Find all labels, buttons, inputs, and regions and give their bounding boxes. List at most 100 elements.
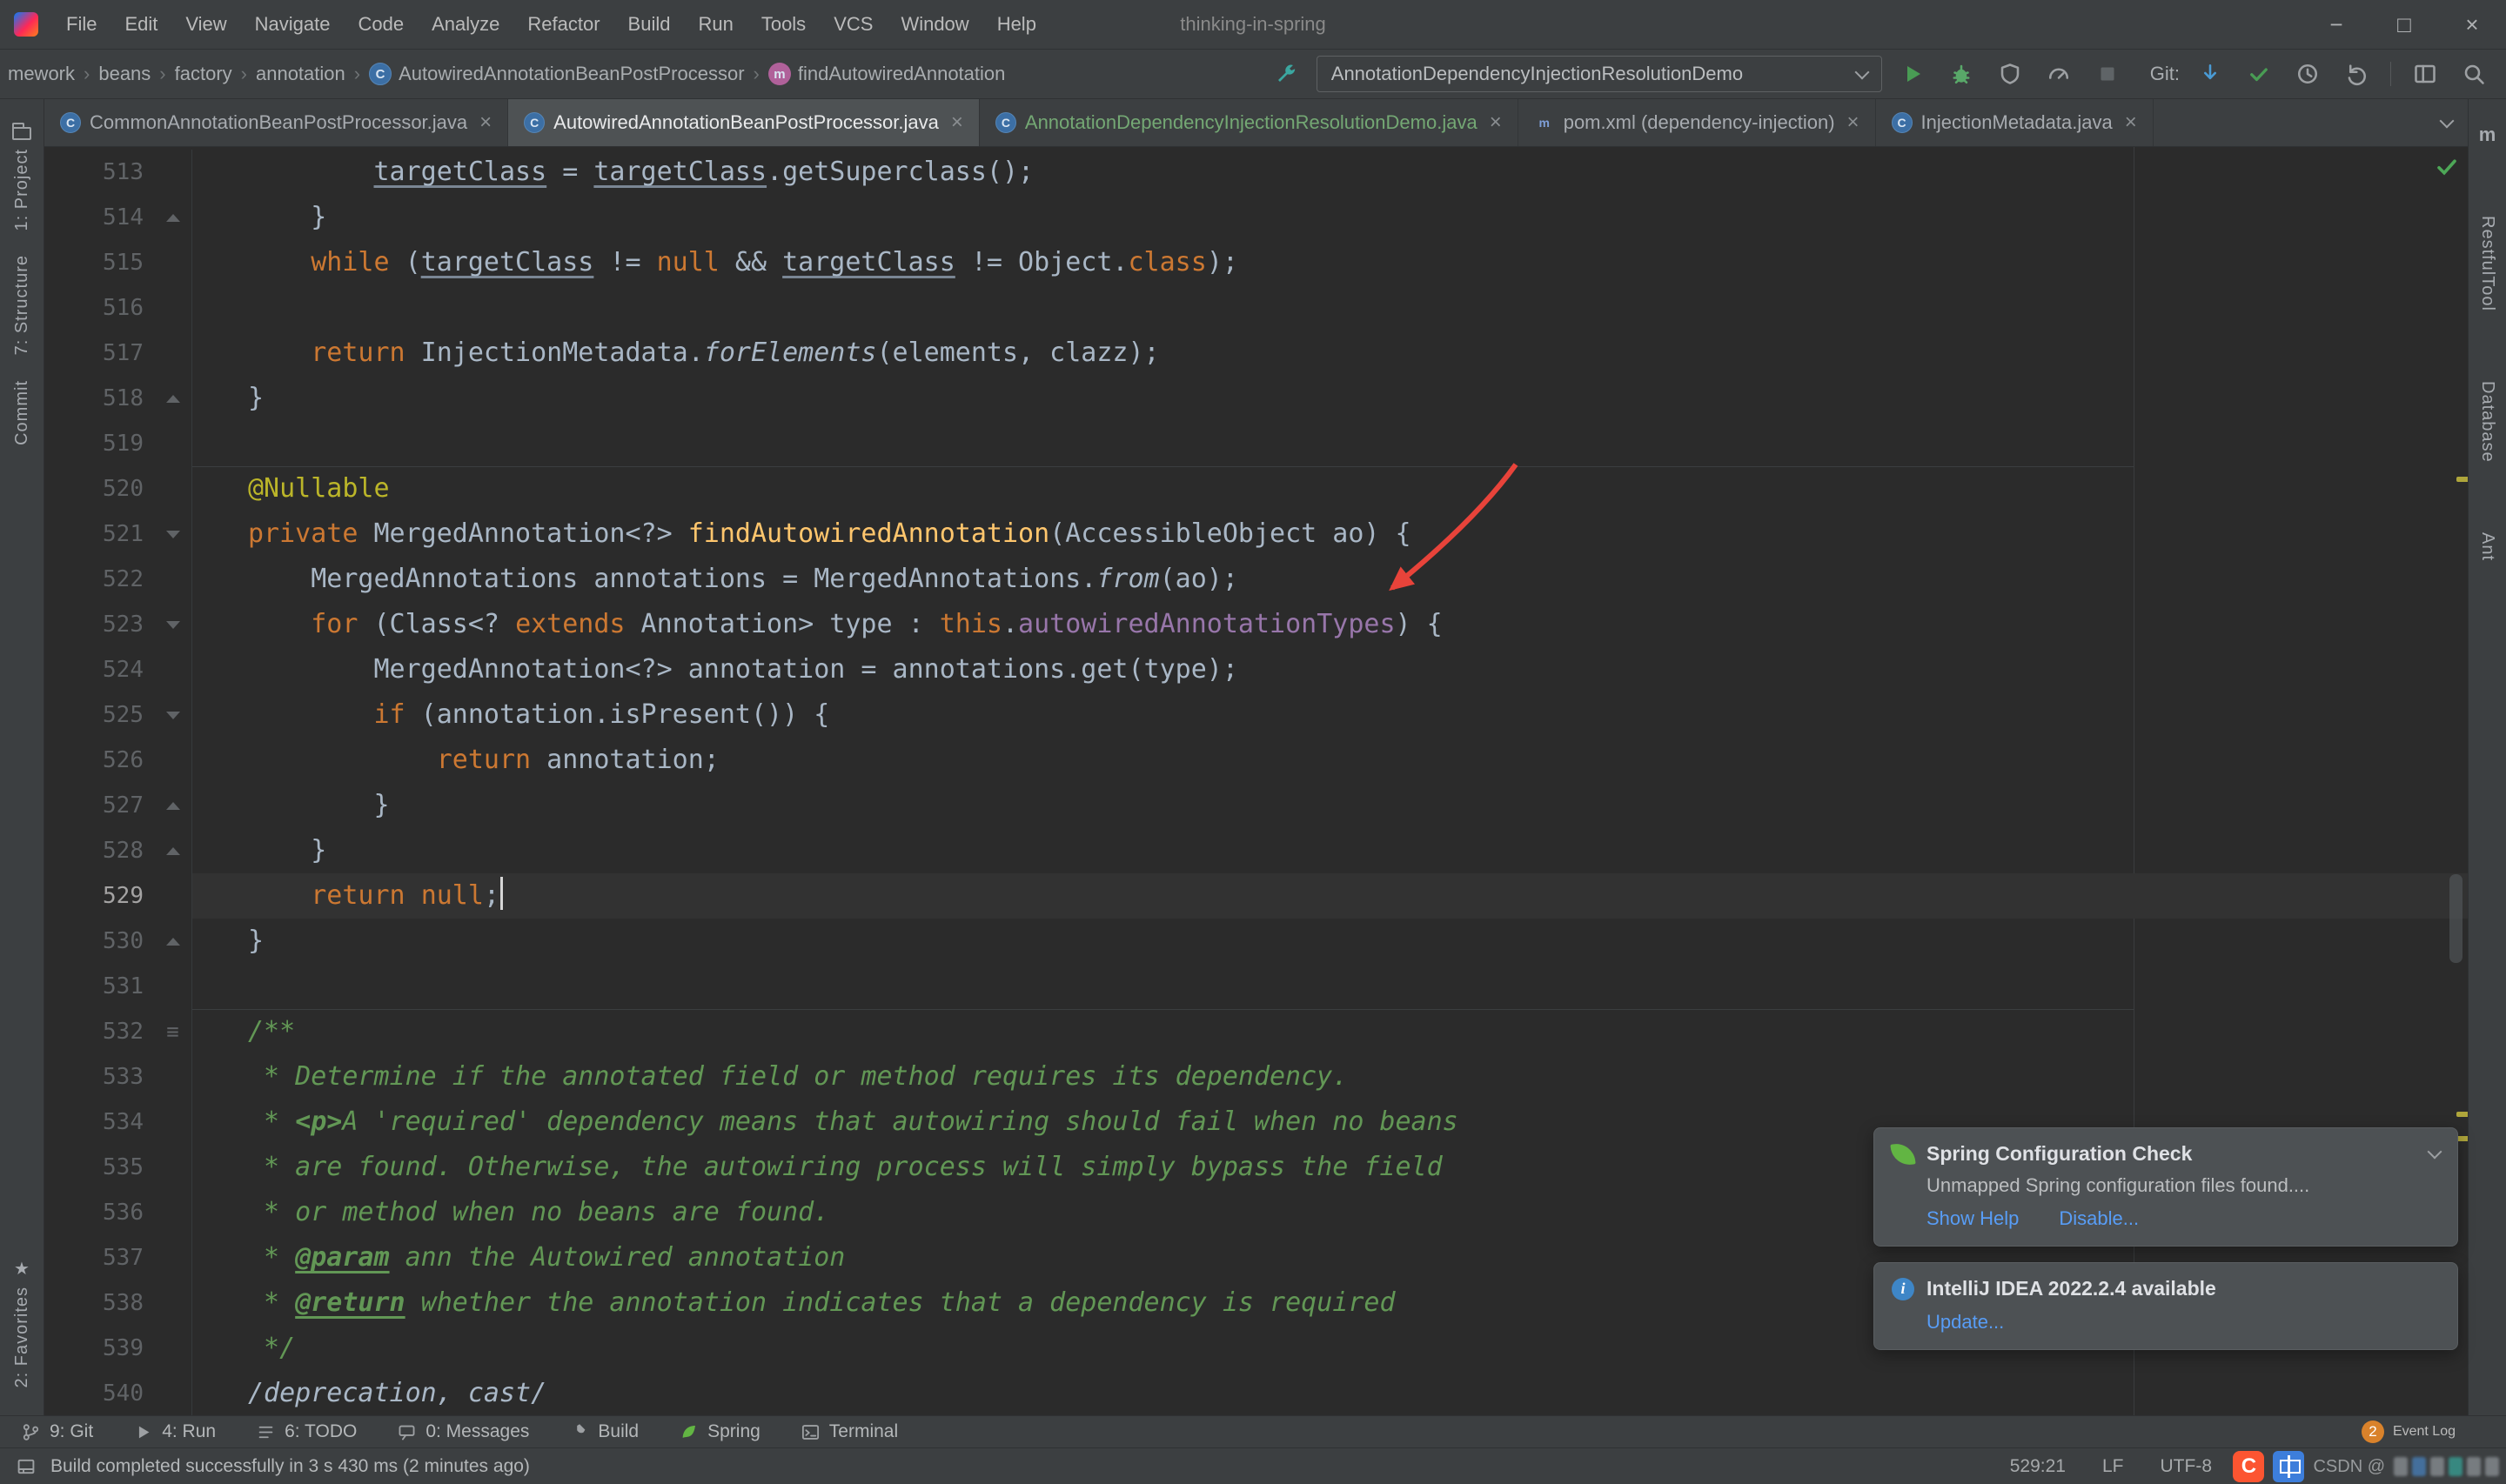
line-number[interactable]: 521 bbox=[44, 511, 154, 557]
tool-tab-spring[interactable]: Spring bbox=[679, 1421, 761, 1442]
link-show-help[interactable]: Show Help bbox=[1926, 1207, 2019, 1230]
fold-marker-icon[interactable] bbox=[154, 376, 192, 421]
line-number[interactable]: 522 bbox=[44, 557, 154, 602]
menu-item-refactor[interactable]: Refactor bbox=[513, 0, 613, 49]
line-number[interactable]: 527 bbox=[44, 783, 154, 828]
tab-autowiredannotationbeanpostprocessor-java[interactable]: CAutowiredAnnotationBeanPostProcessor.ja… bbox=[508, 99, 980, 146]
code-line[interactable]: 527 } bbox=[44, 783, 2468, 828]
hidden-tabs-chevron-icon[interactable] bbox=[2440, 113, 2455, 128]
code-line[interactable]: 516 bbox=[44, 285, 2468, 331]
line-number[interactable]: 515 bbox=[44, 240, 154, 285]
tab-injectionmetadata-java[interactable]: CInjectionMetadata.java× bbox=[1876, 99, 2154, 146]
code-line[interactable]: 530} bbox=[44, 919, 2468, 964]
maximize-button[interactable]: □ bbox=[2370, 0, 2438, 49]
fold-marker-icon[interactable] bbox=[154, 783, 192, 828]
code-line[interactable]: 529 return null; bbox=[44, 873, 2468, 919]
tool-tab-0-messages[interactable]: 0: Messages bbox=[397, 1421, 529, 1442]
line-number[interactable]: 532 bbox=[44, 1009, 154, 1054]
menu-item-window[interactable]: Window bbox=[887, 0, 982, 49]
breadcrumb-item-mework[interactable]: mework bbox=[5, 63, 77, 85]
fold-marker-icon[interactable] bbox=[154, 692, 192, 738]
code-line[interactable]: 533 * Determine if the annotated field o… bbox=[44, 1054, 2468, 1100]
line-number[interactable]: 528 bbox=[44, 828, 154, 873]
breadcrumb-item-annotation[interactable]: annotation bbox=[253, 63, 348, 85]
warning-stripe-mark[interactable] bbox=[2456, 477, 2468, 482]
menu-item-help[interactable]: Help bbox=[983, 0, 1050, 49]
close-tab-icon[interactable]: × bbox=[1490, 110, 1502, 135]
fold-marker-icon[interactable] bbox=[154, 511, 192, 557]
fold-marker-icon[interactable] bbox=[154, 919, 192, 964]
code-line[interactable]: 517 return InjectionMetadata.forElements… bbox=[44, 331, 2468, 376]
line-number[interactable]: 535 bbox=[44, 1145, 154, 1190]
layout-button[interactable] bbox=[2407, 56, 2443, 92]
notification-intellij-idea-2022-2-4-available[interactable]: iIntelliJ IDEA 2022.2.4 availableUpdate.… bbox=[1873, 1262, 2458, 1350]
line-number[interactable]: 533 bbox=[44, 1054, 154, 1100]
tool-tab-4-run[interactable]: 4: Run bbox=[133, 1421, 216, 1442]
tool-button-2-favorites[interactable]: ★2: Favorites bbox=[12, 1248, 32, 1400]
close-tab-icon[interactable]: × bbox=[951, 110, 963, 135]
menu-item-analyze[interactable]: Analyze bbox=[418, 0, 513, 49]
profiler-button[interactable] bbox=[2040, 56, 2077, 92]
tool-button-ant[interactable]: Ant bbox=[2477, 520, 2497, 573]
menu-item-run[interactable]: Run bbox=[684, 0, 747, 49]
line-number[interactable]: 517 bbox=[44, 331, 154, 376]
line-number[interactable]: 534 bbox=[44, 1100, 154, 1145]
line-number[interactable]: 529 bbox=[44, 873, 154, 919]
code-line[interactable]: 528 } bbox=[44, 828, 2468, 873]
menu-item-file[interactable]: File bbox=[52, 0, 111, 49]
event-log-button[interactable]: 2 Event Log bbox=[2362, 1420, 2485, 1443]
line-number[interactable]: 536 bbox=[44, 1190, 154, 1235]
code-line[interactable]: 532≡/** bbox=[44, 1009, 2468, 1054]
tab-annotationdependencyinjectionresolutiondemo-java[interactable]: CAnnotationDependencyInjectionResolution… bbox=[980, 99, 1518, 146]
minimize-button[interactable]: − bbox=[2302, 0, 2370, 49]
fold-marker-icon[interactable] bbox=[154, 828, 192, 873]
menu-item-edit[interactable]: Edit bbox=[111, 0, 171, 49]
menu-item-view[interactable]: View bbox=[171, 0, 240, 49]
line-number[interactable]: 525 bbox=[44, 692, 154, 738]
fold-marker-icon[interactable] bbox=[154, 195, 192, 240]
line-number[interactable]: 519 bbox=[44, 421, 154, 466]
code-line[interactable]: 540/deprecation, cast/ bbox=[44, 1371, 2468, 1415]
warning-stripe-mark[interactable] bbox=[2456, 1112, 2468, 1117]
line-number[interactable]: 538 bbox=[44, 1280, 154, 1326]
line-number[interactable]: 531 bbox=[44, 964, 154, 1009]
editor-scrollbar[interactable] bbox=[2449, 874, 2462, 963]
tool-button-restfultool[interactable]: RestfulTool bbox=[2477, 204, 2497, 324]
code-line[interactable]: 521private MergedAnnotation<?> findAutow… bbox=[44, 511, 2468, 557]
code-line[interactable]: 524 MergedAnnotation<?> annotation = ann… bbox=[44, 647, 2468, 692]
link-disable[interactable]: Disable... bbox=[2059, 1207, 2139, 1230]
collapse-chevron-icon[interactable] bbox=[2428, 1145, 2442, 1160]
caret-position-widget[interactable]: 529:21 bbox=[2010, 1456, 2066, 1477]
notification-spring-configuration-check[interactable]: Spring Configuration CheckUnmapped Sprin… bbox=[1873, 1127, 2458, 1247]
close-tab-icon[interactable]: × bbox=[479, 110, 492, 135]
line-number[interactable]: 520 bbox=[44, 466, 154, 511]
line-ending-widget[interactable]: LF bbox=[2102, 1456, 2124, 1477]
close-tab-icon[interactable]: × bbox=[1847, 110, 1859, 135]
tool-button-maven[interactable]: m bbox=[2479, 111, 2496, 158]
tool-tab-9-git[interactable]: 9: Git bbox=[21, 1421, 93, 1442]
tool-button-7-structure[interactable]: 7: Structure bbox=[12, 243, 32, 367]
javadoc-render-icon[interactable]: ≡ bbox=[154, 1009, 192, 1054]
tool-button-1-project[interactable]: 1: Project bbox=[12, 111, 32, 243]
tool-tab-6-todo[interactable]: 6: TODO bbox=[256, 1421, 357, 1442]
inspections-ok-icon[interactable] bbox=[2434, 154, 2460, 180]
line-number[interactable]: 526 bbox=[44, 738, 154, 783]
tab-commonannotationbeanpostprocessor-java[interactable]: CCommonAnnotationBeanPostProcessor.java× bbox=[44, 99, 508, 146]
tool-button-database[interactable]: Database bbox=[2477, 369, 2497, 475]
code-line[interactable]: 523 for (Class<? extends Annotation> typ… bbox=[44, 602, 2468, 647]
code-line[interactable]: 513 targetClass = targetClass.getSupercl… bbox=[44, 150, 2468, 195]
link-update[interactable]: Update... bbox=[1926, 1311, 2004, 1334]
update-project-button[interactable] bbox=[2192, 56, 2228, 92]
line-number[interactable]: 516 bbox=[44, 285, 154, 331]
tool-tab-build[interactable]: Build bbox=[569, 1421, 639, 1442]
code-line[interactable]: 515 while (targetClass != null && target… bbox=[44, 240, 2468, 285]
code-line[interactable]: 522 MergedAnnotations annotations = Merg… bbox=[44, 557, 2468, 602]
line-number[interactable]: 539 bbox=[44, 1326, 154, 1371]
breadcrumb-item-factory[interactable]: factory bbox=[172, 63, 235, 85]
tool-windows-toggle-icon[interactable] bbox=[16, 1456, 37, 1477]
line-number[interactable]: 537 bbox=[44, 1235, 154, 1280]
stop-button[interactable] bbox=[2089, 56, 2126, 92]
menu-item-vcs[interactable]: VCS bbox=[820, 0, 887, 49]
encoding-widget[interactable]: UTF-8 bbox=[2161, 1456, 2213, 1477]
breadcrumb-item-autowiredannotationbeanpostprocessor[interactable]: CAutowiredAnnotationBeanPostProcessor bbox=[366, 63, 747, 85]
